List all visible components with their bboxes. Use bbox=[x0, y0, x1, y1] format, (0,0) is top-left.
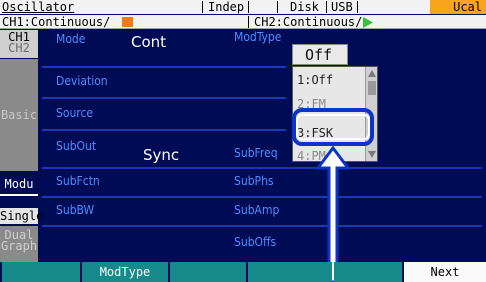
divider bbox=[42, 97, 286, 99]
scroll-down-icon[interactable] bbox=[368, 151, 376, 158]
ch2-play-icon bbox=[363, 17, 373, 28]
modtype-value: Off bbox=[305, 46, 333, 64]
mode-label: Mode bbox=[56, 32, 86, 46]
divider bbox=[357, 1, 358, 13]
divider bbox=[248, 1, 249, 13]
softkey-1[interactable] bbox=[2, 262, 80, 282]
tab-basic[interactable]: Basic bbox=[0, 59, 38, 171]
softkey-5[interactable] bbox=[334, 262, 402, 282]
oscillator-screen: Oscillator Indep Disk USB Ucal CH1:Conti… bbox=[0, 0, 486, 282]
subamp-label: SubAmp bbox=[234, 203, 280, 217]
tab-single[interactable]: Single bbox=[0, 208, 43, 224]
scroll-up-icon[interactable] bbox=[368, 70, 376, 77]
tab-modu[interactable]: Modu bbox=[0, 172, 38, 196]
divider bbox=[42, 129, 286, 131]
usb-indicator: USB bbox=[331, 0, 353, 14]
status-bar: Oscillator Indep Disk USB Ucal bbox=[0, 0, 486, 14]
scrollbar-thumb[interactable] bbox=[368, 81, 376, 95]
selection-highlight-inner bbox=[296, 114, 370, 140]
modtype-label: ModType bbox=[234, 30, 282, 44]
suboffs-label: SubOffs bbox=[234, 235, 277, 249]
divider bbox=[42, 196, 482, 198]
ucal-indicator: Ucal bbox=[430, 0, 486, 14]
softkey-3[interactable] bbox=[170, 262, 246, 282]
tab-dual-graph[interactable]: Dual Graph bbox=[0, 226, 38, 262]
subphs-label: SubPhs bbox=[234, 174, 274, 188]
tab-graph-label: Graph bbox=[0, 239, 38, 253]
subbw-label: SubBW bbox=[56, 203, 95, 217]
mode-value[interactable]: Cont bbox=[131, 33, 166, 51]
tab-ch2-label: CH2 bbox=[8, 41, 30, 55]
softkey-modtype[interactable]: ModType bbox=[82, 262, 168, 282]
channel-bar: CH1:Continuous/ CH2:Continuous/ bbox=[0, 15, 486, 29]
disk-indicator: Disk bbox=[290, 0, 319, 14]
subout-label: SubOut bbox=[56, 139, 97, 153]
ch2-status: CH2:Continuous/ bbox=[254, 15, 363, 29]
tab-single-label: Single bbox=[0, 209, 44, 223]
tab-ch1[interactable]: CH1 CH2 bbox=[0, 30, 38, 58]
ch1-status: CH1:Continuous/ bbox=[2, 15, 111, 29]
softkey-4[interactable] bbox=[248, 262, 332, 282]
modtype-field[interactable]: Off bbox=[292, 44, 348, 65]
source-label: Source bbox=[56, 106, 94, 120]
softkey-next[interactable]: Next bbox=[404, 262, 486, 282]
tab-modu-label: Modu bbox=[4, 177, 34, 191]
divider bbox=[42, 66, 286, 68]
divider bbox=[42, 225, 482, 227]
subfctn-label: SubFctn bbox=[56, 174, 100, 188]
subout-value[interactable]: Sync bbox=[143, 146, 179, 164]
subfreq-label: SubFreq bbox=[234, 146, 278, 160]
divider bbox=[277, 1, 278, 13]
divider bbox=[202, 1, 203, 13]
selection-highlight bbox=[292, 108, 374, 146]
tab-basic-label: Basic bbox=[0, 108, 38, 122]
ch1-stop-icon bbox=[122, 17, 133, 27]
mode-indicator: Indep bbox=[208, 0, 245, 14]
dropdown-option-off[interactable]: 1:Off bbox=[297, 73, 333, 87]
screen-title: Oscillator bbox=[2, 0, 75, 14]
divider bbox=[326, 1, 327, 13]
deviation-label: Deviation bbox=[56, 74, 108, 88]
divider bbox=[42, 167, 482, 169]
divider bbox=[248, 16, 249, 28]
